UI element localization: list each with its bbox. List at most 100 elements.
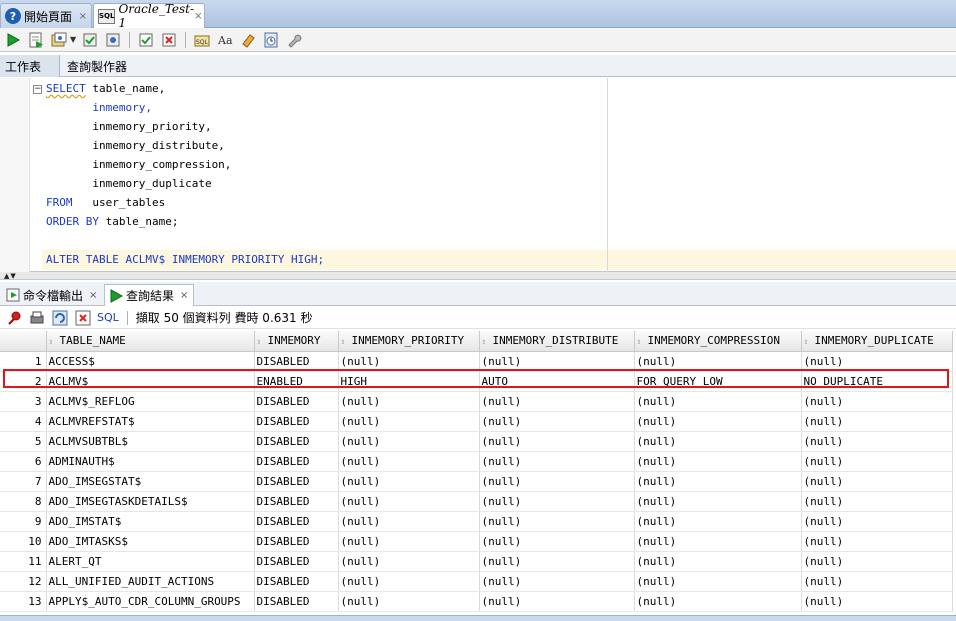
- sql-link[interactable]: SQL: [97, 311, 119, 324]
- table-row[interactable]: 8 ADO_IMSEGTASKDETAILS$ DISABLED (null) (nul…: [0, 491, 953, 512]
- sql-editor[interactable]: − SELECT table_name, inmemory, inmemory_…: [0, 78, 956, 272]
- table-cell[interactable]: DISABLED: [254, 391, 339, 412]
- table-cell[interactable]: DISABLED: [254, 551, 339, 572]
- table-row[interactable]: 6 ADMINAUTH$ DISABLED (null) (null) (null) (nu…: [0, 451, 953, 472]
- tab-oracle-test-1[interactable]: SQL Oracle_Test-1 ×: [93, 2, 205, 30]
- table-cell[interactable]: (null): [634, 591, 802, 612]
- table-cell[interactable]: (null): [801, 391, 953, 412]
- table-cell[interactable]: (null): [634, 471, 802, 492]
- column-header[interactable]: ⇕ INMEMORY: [254, 331, 339, 352]
- table-cell[interactable]: (null): [479, 591, 635, 612]
- table-cell[interactable]: (null): [338, 491, 480, 512]
- column-header[interactable]: ⇕ INMEMORY_DISTRIBUTE: [479, 331, 635, 352]
- table-cell[interactable]: DISABLED: [254, 531, 339, 552]
- table-cell[interactable]: ADO_IMSTAT$: [46, 511, 255, 532]
- table-cell[interactable]: AUTO: [479, 371, 635, 392]
- run-script-button[interactable]: [26, 30, 46, 50]
- clear-button[interactable]: [159, 30, 179, 50]
- chevron-down-icon[interactable]: ▼: [70, 35, 76, 44]
- table-cell[interactable]: (null): [338, 391, 480, 412]
- table-cell[interactable]: DISABLED: [254, 491, 339, 512]
- table-cell[interactable]: (null): [634, 451, 802, 472]
- explain-plan-button[interactable]: [136, 30, 156, 50]
- print-button[interactable]: [28, 309, 46, 327]
- table-cell[interactable]: (null): [338, 571, 480, 592]
- table-row[interactable]: 13 APPLY$_AUTO_CDR_COLUMN_GROUPS DISABLED(…: [0, 591, 953, 612]
- panel-splitter[interactable]: ▲▼: [0, 272, 956, 280]
- table-cell[interactable]: (null): [479, 511, 635, 532]
- table-row[interactable]: 9 ADO_IMSTAT$ DISABLED (null) (null) (null) (n…: [0, 511, 953, 532]
- table-row[interactable]: 11 ALERT_QT DISABLED (null) (null) (null) (nul…: [0, 551, 953, 572]
- table-cell[interactable]: (null): [801, 531, 953, 552]
- table-cell[interactable]: (null): [634, 351, 802, 372]
- sql-tuning-button[interactable]: SQL: [192, 30, 212, 50]
- clear-history-button[interactable]: [238, 30, 258, 50]
- table-cell[interactable]: (null): [801, 571, 953, 592]
- table-cell[interactable]: (null): [801, 451, 953, 472]
- table-cell[interactable]: (null): [801, 411, 953, 432]
- table-row[interactable]: 3 ACLMV$_REFLOG DISABLED (null) (null) (null)…: [0, 391, 953, 412]
- table-cell[interactable]: FOR QUERY LOW: [634, 371, 802, 392]
- rollback-button[interactable]: [103, 30, 123, 50]
- commit-button[interactable]: [80, 30, 100, 50]
- table-cell[interactable]: ADO_IMSEGSTAT$: [46, 471, 255, 492]
- table-cell[interactable]: (null): [338, 511, 480, 532]
- table-cell[interactable]: (null): [634, 511, 802, 532]
- results-grid[interactable]: ⇕ TABLE_NAME ⇕ INMEMORY ⇕ INMEMORY_PRIORITY…: [0, 331, 956, 615]
- table-cell[interactable]: DISABLED: [254, 471, 339, 492]
- column-header[interactable]: ⇕ TABLE_NAME: [46, 331, 255, 352]
- collapse-arrows-icon[interactable]: ▲▼: [4, 272, 17, 280]
- table-cell[interactable]: (null): [338, 471, 480, 492]
- tab-script-output[interactable]: 命令檔輸出 ×: [2, 284, 102, 306]
- autotrace-button[interactable]: [49, 30, 69, 50]
- sql-history-button[interactable]: [261, 30, 281, 50]
- column-header[interactable]: ⇕ INMEMORY_COMPRESSION: [634, 331, 802, 352]
- table-row[interactable]: 2 ACLMV$ ENABLED HIGH AUTO FOR QUERY LOW NO DU…: [0, 371, 953, 392]
- table-cell[interactable]: (null): [634, 391, 802, 412]
- table-cell[interactable]: (null): [338, 411, 480, 432]
- table-cell[interactable]: ACLMV$_REFLOG: [46, 391, 255, 412]
- table-cell[interactable]: (null): [479, 411, 635, 432]
- table-row[interactable]: 7 ADO_IMSEGSTAT$ DISABLED (null) (null) (null…: [0, 471, 953, 492]
- table-cell[interactable]: ADMINAUTH$: [46, 451, 255, 472]
- table-row[interactable]: 10 ADO_IMTASKS$ DISABLED (null) (null) (null)…: [0, 531, 953, 552]
- table-cell[interactable]: (null): [479, 391, 635, 412]
- table-cell[interactable]: DISABLED: [254, 511, 339, 532]
- column-header[interactable]: ⇕ INMEMORY_DUPLICATE: [801, 331, 953, 352]
- table-cell[interactable]: (null): [338, 451, 480, 472]
- refresh-button[interactable]: [51, 309, 69, 327]
- table-cell[interactable]: (null): [338, 531, 480, 552]
- table-cell[interactable]: ALL_UNIFIED_AUDIT_ACTIONS: [46, 571, 255, 592]
- to-upper-lower-button[interactable]: Aa: [215, 30, 235, 50]
- table-cell[interactable]: (null): [338, 591, 480, 612]
- table-cell[interactable]: (null): [479, 551, 635, 572]
- table-cell[interactable]: (null): [479, 471, 635, 492]
- table-row[interactable]: 12 ALL_UNIFIED_AUDIT_ACTIONS DISABLED (null…: [0, 571, 953, 592]
- table-cell[interactable]: ACLMVSUBTBL$: [46, 431, 255, 452]
- table-cell[interactable]: ACLMV$: [46, 371, 255, 392]
- table-cell[interactable]: DISABLED: [254, 591, 339, 612]
- run-statement-button[interactable]: [3, 30, 23, 50]
- properties-button[interactable]: [284, 30, 304, 50]
- table-cell[interactable]: (null): [479, 531, 635, 552]
- table-cell[interactable]: (null): [801, 471, 953, 492]
- cancel-query-button[interactable]: [74, 309, 92, 327]
- table-cell[interactable]: (null): [338, 551, 480, 572]
- close-icon[interactable]: ×: [180, 290, 188, 301]
- table-cell[interactable]: (null): [479, 491, 635, 512]
- column-header[interactable]: ⇕ INMEMORY_PRIORITY: [338, 331, 480, 352]
- table-row[interactable]: 1 ACCESS$ DISABLED (null) (null) (null) (null): [0, 351, 953, 372]
- tab-start-page[interactable]: ? 開始頁面 ×: [0, 3, 92, 28]
- fold-collapse-icon[interactable]: −: [33, 85, 42, 94]
- table-cell[interactable]: (null): [634, 571, 802, 592]
- table-cell[interactable]: (null): [479, 431, 635, 452]
- close-icon[interactable]: ×: [89, 290, 97, 301]
- tab-query-result[interactable]: 查詢結果 ×: [104, 284, 194, 306]
- tab-worksheet[interactable]: 工作表: [0, 55, 60, 77]
- table-cell[interactable]: (null): [801, 491, 953, 512]
- table-cell[interactable]: (null): [338, 351, 480, 372]
- table-cell[interactable]: ALERT_QT: [46, 551, 255, 572]
- close-icon[interactable]: ×: [79, 11, 87, 22]
- table-cell[interactable]: (null): [479, 571, 635, 592]
- table-cell[interactable]: (null): [634, 411, 802, 432]
